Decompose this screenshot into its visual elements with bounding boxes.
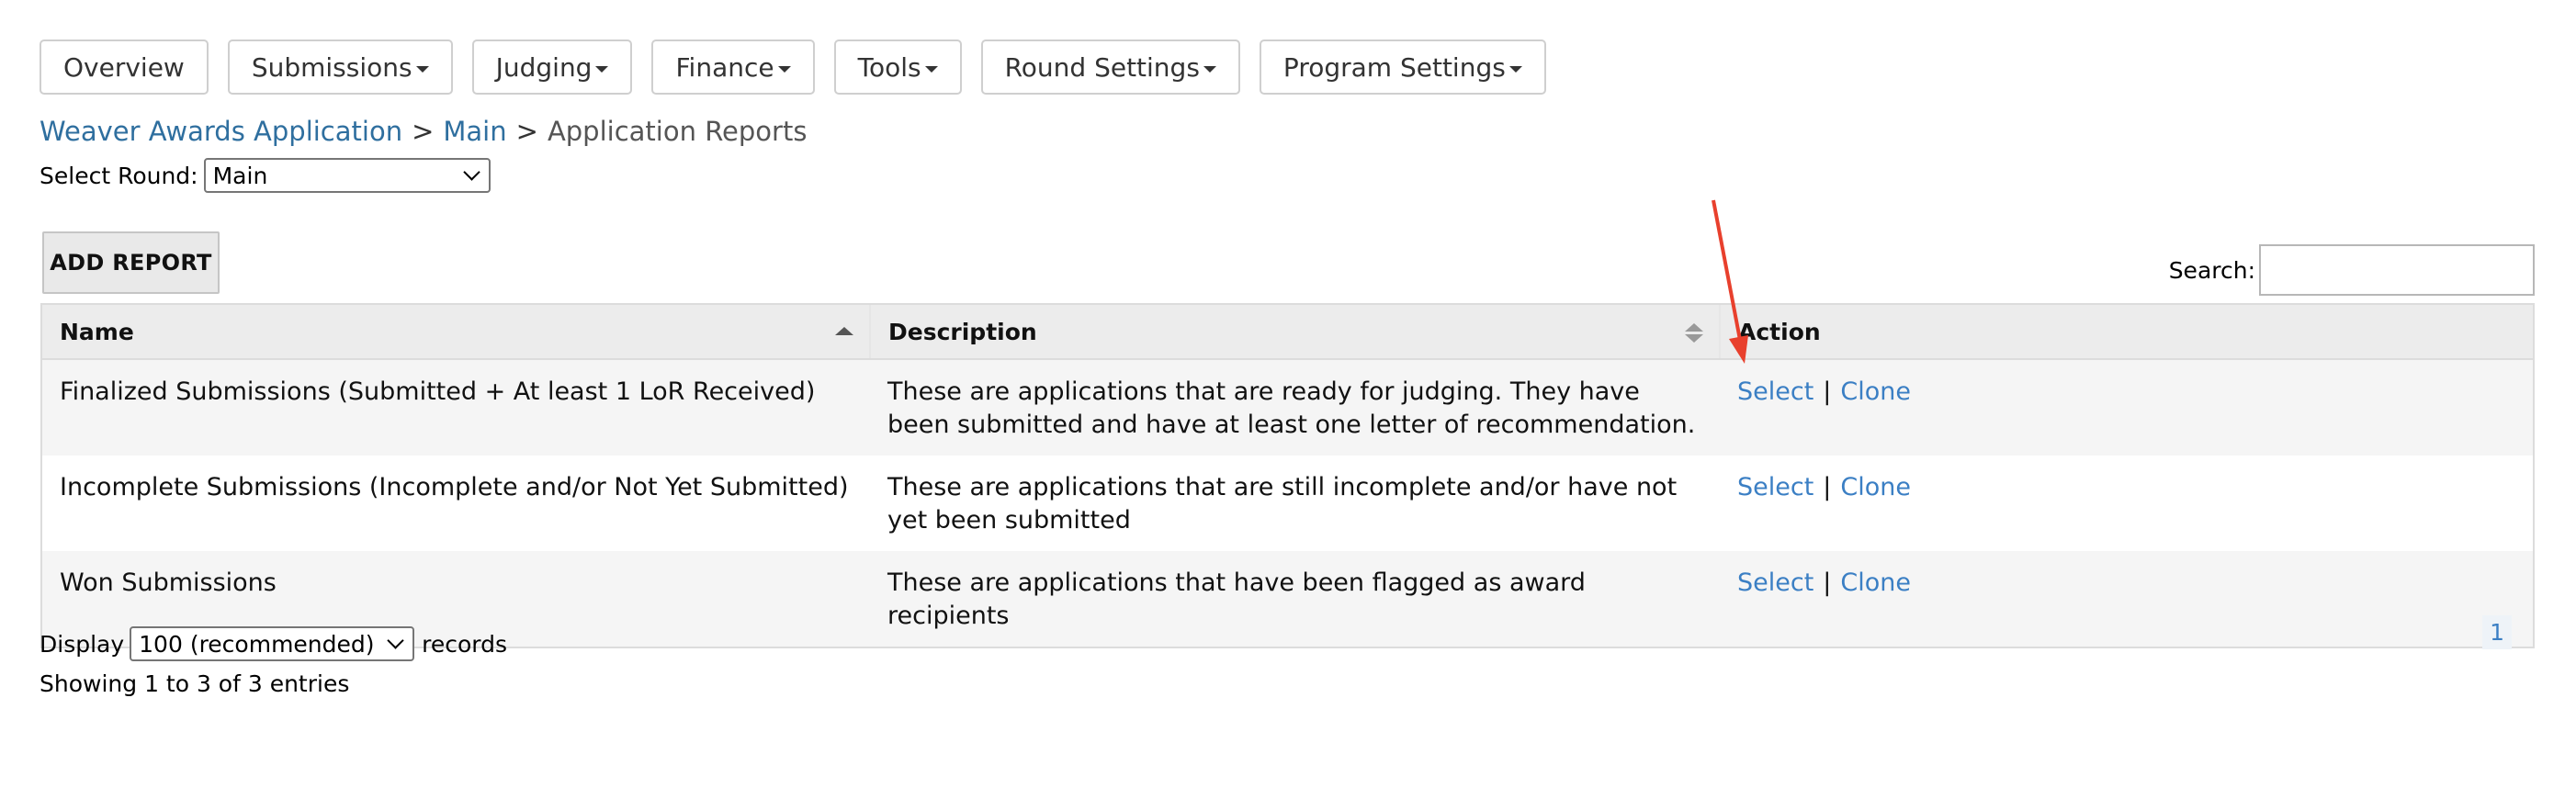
clone-link[interactable]: Clone — [1840, 377, 1911, 406]
column-header-action: Action — [1720, 305, 2533, 360]
chevron-down-icon — [462, 163, 480, 181]
add-report-button[interactable]: ADD REPORT — [42, 231, 220, 294]
round-select-label: Select Round: — [40, 162, 198, 189]
nav-judging-button[interactable]: Judging — [471, 39, 633, 95]
report-description: These are applications that are still in… — [870, 456, 1720, 551]
search-input[interactable] — [2259, 244, 2535, 296]
pagination-page-button[interactable]: 1 — [2482, 615, 2512, 649]
table-row: Finalized Submissions (Submitted + At le… — [42, 359, 2533, 456]
nav-round-settings-button[interactable]: Round Settings — [980, 39, 1240, 95]
report-name: Finalized Submissions (Submitted + At le… — [42, 359, 870, 456]
nav-overview-label: Overview — [63, 51, 185, 83]
nav-overview-button[interactable]: Overview — [40, 39, 209, 95]
select-link[interactable]: Select — [1737, 568, 1813, 597]
records-per-page-value: 100 (recommended) — [139, 630, 375, 658]
breadcrumb-separator: > — [412, 116, 435, 147]
display-prefix: Display — [40, 630, 125, 658]
caret-down-icon — [1203, 65, 1216, 73]
nav-submissions-label: Submissions — [251, 51, 412, 83]
nav-program-settings-label: Program Settings — [1282, 51, 1506, 83]
records-per-page-select[interactable]: 100 (recommended) — [130, 626, 415, 661]
report-description: These are applications that are ready fo… — [870, 359, 1720, 456]
sort-icon — [1685, 323, 1703, 345]
nav-submissions-button[interactable]: Submissions — [227, 39, 453, 95]
showing-entries-text: Showing 1 to 3 of 3 entries — [40, 670, 350, 697]
action-separator: | — [1823, 473, 1832, 501]
action-separator: | — [1823, 377, 1832, 406]
caret-down-icon — [595, 65, 609, 73]
breadcrumb-round-link[interactable]: Main — [443, 116, 506, 147]
nav-tools-label: Tools — [857, 51, 921, 83]
report-name: Incomplete Submissions (Incomplete and/o… — [42, 456, 870, 551]
caret-down-icon — [777, 65, 791, 73]
display-suffix: records — [422, 630, 508, 658]
breadcrumb-current: Application Reports — [547, 116, 808, 147]
top-nav: Overview Submissions Judging Finance Too… — [40, 39, 1546, 95]
round-selector: Select Round: Main — [40, 158, 491, 193]
action-separator: | — [1823, 568, 1832, 597]
nav-finance-label: Finance — [675, 51, 774, 83]
column-header-description-label: Description — [888, 318, 1037, 345]
breadcrumb: Weaver Awards Application > Main > Applicati… — [40, 116, 807, 147]
chevron-down-icon — [387, 631, 404, 649]
nav-program-settings-button[interactable]: Program Settings — [1259, 39, 1546, 95]
search-label: Search: — [2168, 256, 2255, 284]
nav-round-settings-label: Round Settings — [1004, 51, 1200, 83]
caret-down-icon — [1508, 65, 1522, 73]
round-select-value: Main — [212, 162, 268, 189]
column-header-description[interactable]: Description — [870, 305, 1721, 360]
report-actions: Select | Clone — [1720, 456, 2533, 551]
column-header-name-label: Name — [60, 318, 134, 345]
search-bar: Search: — [2169, 244, 2535, 296]
records-per-page: Display 100 (recommended) records — [40, 626, 507, 661]
caret-down-icon — [924, 65, 938, 73]
breadcrumb-program-link[interactable]: Weaver Awards Application — [40, 116, 402, 147]
select-link[interactable]: Select — [1737, 473, 1813, 501]
column-header-action-label: Action — [1738, 318, 1821, 345]
breadcrumb-separator: > — [515, 116, 538, 147]
table-row: Incomplete Submissions (Incomplete and/o… — [42, 456, 2533, 551]
report-description: These are applications that have been fl… — [870, 551, 1720, 647]
sort-ascending-icon — [835, 327, 853, 335]
select-link[interactable]: Select — [1737, 377, 1813, 406]
reports-table: Name Description Action Finalized Submis… — [40, 303, 2535, 648]
clone-link[interactable]: Clone — [1840, 568, 1911, 597]
caret-down-icon — [415, 65, 429, 73]
report-actions: Select | Clone — [1720, 551, 2533, 647]
nav-finance-button[interactable]: Finance — [651, 39, 815, 95]
report-actions: Select | Clone — [1720, 359, 2533, 456]
clone-link[interactable]: Clone — [1840, 473, 1911, 501]
nav-tools-button[interactable]: Tools — [833, 39, 962, 95]
nav-judging-label: Judging — [495, 51, 593, 83]
round-select[interactable]: Main — [203, 158, 491, 193]
column-header-name[interactable]: Name — [42, 305, 871, 360]
